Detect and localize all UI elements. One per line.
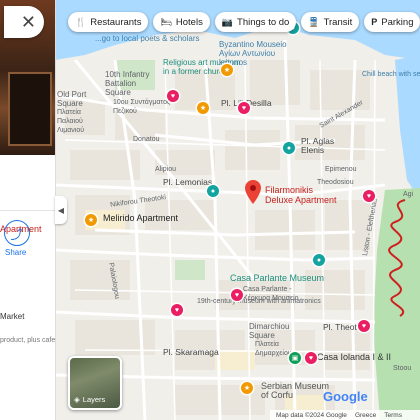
- layers-label: Layers: [82, 395, 106, 404]
- map-label-dimarchiou: Dimarchiou Square: [249, 322, 290, 340]
- share-label: Share: [5, 248, 27, 257]
- poi-pin-icon[interactable]: ♥: [171, 304, 183, 316]
- map-label-pl-lemonias: Pl. Lemonias: [163, 177, 213, 187]
- layers-icon: ◈: [74, 395, 80, 404]
- poi-pin-icon[interactable]: ♥: [231, 289, 243, 301]
- map-label-old-port: Old Port Square: [57, 90, 87, 108]
- poi-pin-icon[interactable]: ♥: [238, 102, 250, 114]
- map-label-scholars: ...go to local poets & scholars: [95, 34, 200, 43]
- map-label-donatou: Donatou: [133, 136, 160, 143]
- map-label-agi: Agi: [403, 191, 414, 198]
- map-data-attribution: Map data ©2024 Google: [276, 411, 347, 419]
- parking-icon: P: [371, 17, 378, 27]
- selected-location-pin-icon[interactable]: [245, 180, 261, 204]
- poi-pin-icon[interactable]: ♥: [305, 352, 317, 364]
- map-label-melirido: Melirido Apartment: [103, 213, 179, 223]
- hotel-pin-icon[interactable]: ★: [85, 214, 97, 226]
- map-label-casa-19: 19th-century museum with animatronics: [197, 298, 321, 305]
- close-button[interactable]: ✕: [4, 6, 44, 38]
- poi-pin-icon[interactable]: ♥: [167, 90, 179, 102]
- chip-hotels[interactable]: 🛏 Hotels: [153, 12, 210, 32]
- panel-apartment-text: Apartment: [0, 224, 42, 234]
- map-label-theodosiou: Theodosiou: [317, 179, 354, 186]
- chip-label: Hotels: [175, 16, 203, 28]
- panel-divider: [0, 210, 55, 211]
- transit-pin-icon[interactable]: ●: [207, 185, 219, 197]
- panel-market-text: Market: [0, 312, 25, 321]
- map-label-casa-iolanda: Casa Iolanda I & II: [317, 352, 392, 362]
- map-label-infantry: 10th Infantry Battalion Square: [105, 70, 150, 97]
- map-label-alipiou: Alipiou: [155, 166, 177, 173]
- panel-product-text: product, plus cafe: [0, 337, 56, 344]
- google-logo: Google: [323, 389, 368, 404]
- restaurant-icon: 🍴: [75, 16, 87, 27]
- chip-label: Parking: [381, 16, 414, 28]
- chip-label: Restaurants: [90, 16, 142, 28]
- google-logo-text: Google: [323, 389, 368, 404]
- map-label-serbian: Serbian Museum of Corfu: [261, 381, 330, 400]
- museum-pin-icon[interactable]: ★: [241, 382, 253, 394]
- chip-label: Things to do: [237, 16, 290, 28]
- poi-pin-icon[interactable]: ♥: [358, 320, 370, 332]
- map-label-dimarchiou-gr: Πλατεία Δημαρχείου: [255, 341, 292, 357]
- chip-transit[interactable]: 🚆 Transit: [301, 12, 360, 32]
- museum-pin-icon[interactable]: ●: [283, 142, 295, 154]
- hotel-icon: 🛏: [160, 16, 172, 27]
- collapse-panel-button[interactable]: ◀: [55, 196, 67, 224]
- museum-pin-icon[interactable]: ★: [197, 102, 209, 114]
- terms-link[interactable]: Terms: [384, 412, 402, 419]
- map-label-stoou: Stoou: [393, 365, 412, 372]
- category-chips: 🍴 Restaurants 🛏 Hotels 📷 Things to do 🚆 Tran…: [68, 12, 420, 32]
- museum-pin-icon[interactable]: ▣: [289, 352, 301, 364]
- camera-icon: 📷: [221, 16, 234, 27]
- country-link[interactable]: Greece: [355, 412, 376, 419]
- map-label-epimenou: Epimenou: [325, 166, 357, 173]
- chip-things-to-do[interactable]: 📷 Things to do: [214, 12, 297, 32]
- map-label-infantry-gr: 10ου Συντάγματος Πεζικού: [113, 99, 171, 115]
- map-label-old-port-gr: Πλατεία Παλαιού Λιμανιού: [57, 109, 85, 134]
- chip-label: Transit: [323, 16, 353, 28]
- chip-restaurants[interactable]: 🍴 Restaurants: [68, 12, 149, 32]
- map-footer: Map data ©2024 Google Greece Terms: [270, 410, 420, 420]
- map-label-filarmonikis: Filarmonikis Deluxe Apartment: [265, 185, 337, 205]
- layers-button[interactable]: ◈ Layers: [68, 356, 122, 410]
- place-details-panel: ✕ ⤴ Share Apartment Market product, plus…: [0, 0, 56, 420]
- transit-icon: 🚆: [308, 16, 320, 27]
- map-label-chill: Chill beach with sea: [362, 71, 420, 78]
- map-label-pl-skaramaga: Pl. Skaramaga: [163, 347, 219, 357]
- map-label-casa-parlante: Casa Parlante Museum: [230, 273, 325, 283]
- museum-pin-icon[interactable]: ●: [313, 254, 325, 266]
- chip-parking[interactable]: P Parking: [364, 12, 420, 32]
- map-label-aglas: Pl. Aglas Elenis: [301, 136, 335, 155]
- map-label-byzantino: Byzantino Mouseio Αγίων Αντωνίου kritono…: [219, 40, 287, 67]
- poi-pin-icon[interactable]: ♥: [363, 190, 375, 202]
- museum-pin-icon[interactable]: ★: [221, 64, 233, 76]
